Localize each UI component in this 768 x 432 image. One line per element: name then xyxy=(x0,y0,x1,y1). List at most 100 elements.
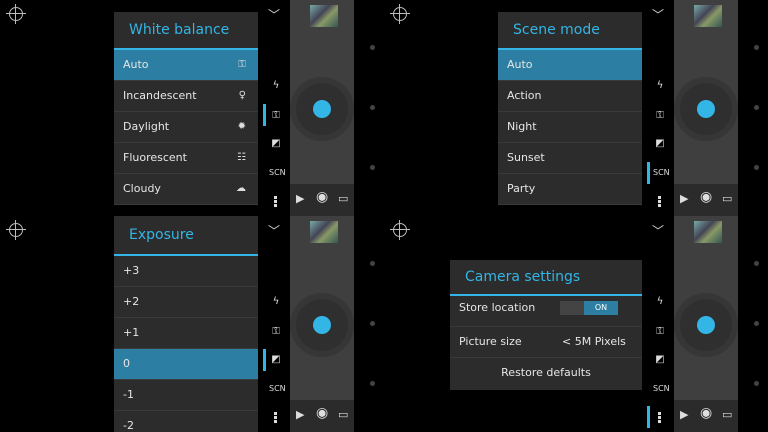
restore-defaults-button[interactable]: Restore defaults xyxy=(450,358,642,388)
chevron-down-icon[interactable]: ﹀ xyxy=(268,6,280,23)
option-label: Auto xyxy=(507,58,533,71)
store-location-row[interactable]: Store location ON xyxy=(450,296,642,327)
thumbnail[interactable] xyxy=(694,5,722,27)
wb-option-incandescent[interactable]: Incandescent ♀ xyxy=(114,81,258,112)
shutter-ring xyxy=(296,299,348,351)
panorama-icon[interactable]: ▭ xyxy=(722,408,732,421)
exposure-option-plus2[interactable]: +2 xyxy=(114,287,258,318)
shutter-button[interactable] xyxy=(697,100,715,118)
fluorescent-icon: ☷ xyxy=(237,152,246,163)
camera-icon[interactable]: ◉ xyxy=(700,405,712,421)
wb-option-auto[interactable]: Auto ⚿ xyxy=(114,50,258,81)
dot-indicator xyxy=(754,381,759,386)
dot-indicator xyxy=(370,165,375,170)
option-label: Cloudy xyxy=(123,182,161,195)
thumbnail[interactable] xyxy=(310,5,338,27)
exposure-icon[interactable]: ◩ xyxy=(653,354,667,366)
white-balance-panel: White balance Auto ⚿ Incandescent ♀ Daylig… xyxy=(114,12,258,205)
exposure-icon[interactable]: ◩ xyxy=(269,354,283,366)
wb-option-fluorescent[interactable]: Fluorescent ☷ xyxy=(114,143,258,174)
wb-option-daylight[interactable]: Daylight ✹ xyxy=(114,112,258,143)
store-location-toggle[interactable]: ON xyxy=(560,301,618,315)
dot-indicator xyxy=(754,105,759,110)
shutter-ring xyxy=(680,83,732,135)
awb-icon[interactable]: ⚿ xyxy=(269,326,283,338)
menu-dots-icon[interactable] xyxy=(658,196,661,208)
dot-indicator xyxy=(370,261,375,266)
video-icon[interactable]: ▶ xyxy=(680,192,688,205)
settings-strip: ﹀ ϟ ⚿ ◩ SCN xyxy=(263,216,287,432)
mode-switcher: ▶ ◉ ▭ xyxy=(674,184,738,216)
flash-off-icon[interactable]: ϟ xyxy=(653,296,667,308)
exposure-option-plus3[interactable]: +3 xyxy=(114,256,258,287)
scene-option-sunset[interactable]: Sunset xyxy=(498,143,642,174)
exposure-icon[interactable]: ◩ xyxy=(269,138,283,150)
settings-strip: ﹀ ϟ ⚿ ◩ SCN xyxy=(263,0,287,216)
dot-indicator xyxy=(754,45,759,50)
scene-option-party[interactable]: Party xyxy=(498,174,642,205)
option-label: 0 xyxy=(123,357,130,370)
scene-option-action[interactable]: Action xyxy=(498,81,642,112)
shutter-ring xyxy=(680,299,732,351)
shutter-button[interactable] xyxy=(313,316,331,334)
thumbnail[interactable] xyxy=(310,221,338,243)
scene-icon[interactable]: SCN xyxy=(653,384,670,396)
option-label: Sunset xyxy=(507,151,545,164)
panel-title: White balance xyxy=(114,12,258,50)
shutter-button[interactable] xyxy=(697,316,715,334)
panel-title: Exposure xyxy=(114,216,258,256)
flash-off-icon[interactable]: ϟ xyxy=(269,296,283,308)
scene-option-auto[interactable]: Auto xyxy=(498,50,642,81)
thumbnail[interactable] xyxy=(694,221,722,243)
scene-option-night[interactable]: Night xyxy=(498,112,642,143)
camera-icon[interactable]: ◉ xyxy=(316,405,328,421)
awb-icon[interactable]: ⚿ xyxy=(653,110,667,122)
option-label: Party xyxy=(507,182,536,195)
selected-indicator xyxy=(263,104,266,126)
panorama-icon[interactable]: ▭ xyxy=(338,192,348,205)
panel-title: Camera settings xyxy=(450,260,642,296)
menu-dots-icon[interactable] xyxy=(274,196,277,208)
video-icon[interactable]: ▶ xyxy=(680,408,688,421)
camera-icon[interactable]: ◉ xyxy=(700,189,712,205)
wb-option-cloudy[interactable]: Cloudy ☁ xyxy=(114,174,258,205)
video-icon[interactable]: ▶ xyxy=(296,408,304,421)
shutter-button[interactable] xyxy=(313,100,331,118)
option-label: +1 xyxy=(123,326,140,339)
mode-switcher: ▶ ◉ ▭ xyxy=(290,400,354,432)
scene-icon[interactable]: SCN xyxy=(653,168,670,180)
exposure-option-minus2[interactable]: -2 xyxy=(114,411,258,432)
option-label: Auto xyxy=(123,58,149,71)
scene-icon[interactable]: SCN xyxy=(269,384,286,396)
panorama-icon[interactable]: ▭ xyxy=(722,192,732,205)
exposure-option-zero[interactable]: 0 xyxy=(114,349,258,380)
chevron-down-icon[interactable]: ﹀ xyxy=(268,222,280,239)
flash-off-icon[interactable]: ϟ xyxy=(653,80,667,92)
menu-dots-icon[interactable] xyxy=(274,412,277,424)
panorama-icon[interactable]: ▭ xyxy=(338,408,348,421)
chevron-down-icon[interactable]: ﹀ xyxy=(652,222,664,239)
awb-icon[interactable]: ⚿ xyxy=(653,326,667,338)
picture-size-value[interactable]: < 5M Pixels xyxy=(562,327,626,357)
panel-title: Scene mode xyxy=(498,12,642,50)
exposure-option-minus1[interactable]: -1 xyxy=(114,380,258,411)
picture-size-row[interactable]: Picture size < 5M Pixels xyxy=(450,327,642,358)
focus-indicator-icon xyxy=(6,220,26,240)
exposure-option-plus1[interactable]: +1 xyxy=(114,318,258,349)
focus-indicator-icon xyxy=(6,4,26,24)
chevron-down-icon[interactable]: ﹀ xyxy=(652,6,664,23)
exposure-icon[interactable]: ◩ xyxy=(653,138,667,150)
camera-icon[interactable]: ◉ xyxy=(316,189,328,205)
menu-dots-icon[interactable] xyxy=(658,412,661,424)
camera-settings-panel: Camera settings Store location ON Pictur… xyxy=(450,260,642,390)
awb-auto-icon: ⚿ xyxy=(238,59,246,70)
quad-exposure: Exposure +3 +2 +1 0 -1 -2 ﹀ ϟ ⚿ ◩ SCN ▶ … xyxy=(0,216,384,432)
dot-indicator xyxy=(754,261,759,266)
selected-indicator xyxy=(647,406,650,428)
flash-off-icon[interactable]: ϟ xyxy=(269,80,283,92)
mode-switcher: ▶ ◉ ▭ xyxy=(674,400,738,432)
video-icon[interactable]: ▶ xyxy=(296,192,304,205)
option-label: Fluorescent xyxy=(123,151,187,164)
scene-icon[interactable]: SCN xyxy=(269,168,286,180)
awb-icon[interactable]: ⚿ xyxy=(269,110,283,122)
